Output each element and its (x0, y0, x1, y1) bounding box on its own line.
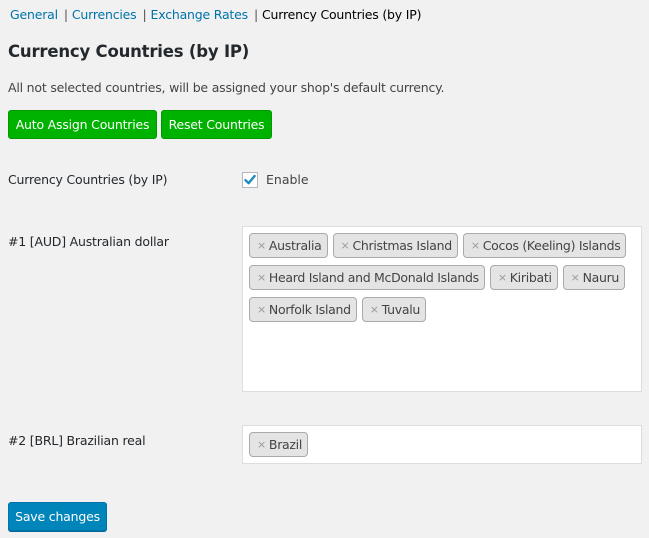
remove-icon[interactable]: × (341, 239, 350, 252)
auto-assign-countries-button[interactable]: Auto Assign Countries (8, 110, 157, 139)
country-tag: × Christmas Island (332, 233, 458, 258)
country-tag: × Cocos (Keeling) Islands (462, 233, 627, 258)
page-description: All not selected countries, will be assi… (8, 80, 445, 95)
subnav-general[interactable]: General (10, 7, 58, 22)
currency-aud-label: #1 [AUD] Australian dollar (8, 234, 169, 249)
country-tag-label: Nauru (582, 270, 620, 285)
country-tag-label: Australia (268, 238, 322, 253)
aud-countries-multiselect[interactable]: × Australia × Christmas Island × Cocos (Keeli… (242, 226, 642, 392)
reset-countries-button[interactable]: Reset Countries (161, 110, 272, 139)
checkmark-icon (244, 174, 256, 185)
country-tag-label: Kiribati (509, 270, 552, 285)
subnav-separator: | (253, 7, 258, 22)
country-tag: × Australia (249, 233, 328, 258)
remove-icon[interactable]: × (498, 271, 507, 284)
remove-icon[interactable]: × (471, 239, 480, 252)
remove-icon[interactable]: × (257, 239, 266, 252)
page-title: Currency Countries (by IP) (8, 42, 250, 61)
country-tag: × Norfolk Island (249, 297, 357, 322)
enable-checkbox[interactable] (242, 172, 258, 188)
country-tag-label: Tuvalu (381, 302, 421, 317)
country-tag: × Nauru (562, 265, 626, 290)
country-tag: × Tuvalu (361, 297, 427, 322)
sub-navigation: General | Currencies | Exchange Rates | Curren… (10, 6, 421, 24)
subnav-separator: | (142, 7, 147, 22)
country-tag-label: Norfolk Island (268, 302, 351, 317)
country-tag-label: Christmas Island (352, 238, 452, 253)
country-tag-label: Heard Island and McDonald Islands (268, 270, 479, 285)
country-tag: × Kiribati (489, 265, 558, 290)
subnav-currencies[interactable]: Currencies (72, 7, 137, 22)
subnav-separator: | (63, 7, 68, 22)
brl-countries-multiselect[interactable]: × Brazil (242, 425, 642, 464)
enable-row-label: Currency Countries (by IP) (8, 172, 168, 187)
country-tag-label: Brazil (268, 437, 303, 452)
remove-icon[interactable]: × (370, 303, 379, 316)
remove-icon[interactable]: × (571, 271, 580, 284)
country-tag: × Brazil (249, 432, 309, 457)
country-tag-label: Cocos (Keeling) Islands (482, 238, 621, 253)
save-changes-button[interactable]: Save changes (8, 502, 107, 531)
remove-icon[interactable]: × (257, 303, 266, 316)
currency-brl-label: #2 [BRL] Brazilian real (8, 433, 146, 448)
subnav-exchange-rates[interactable]: Exchange Rates (151, 7, 249, 22)
subnav-currency-countries-current: Currency Countries (by IP) (261, 7, 422, 22)
enable-checkbox-label[interactable]: Enable (266, 172, 309, 187)
country-tag: × Heard Island and McDonald Islands (249, 265, 485, 290)
remove-icon[interactable]: × (257, 438, 266, 451)
remove-icon[interactable]: × (257, 271, 266, 284)
